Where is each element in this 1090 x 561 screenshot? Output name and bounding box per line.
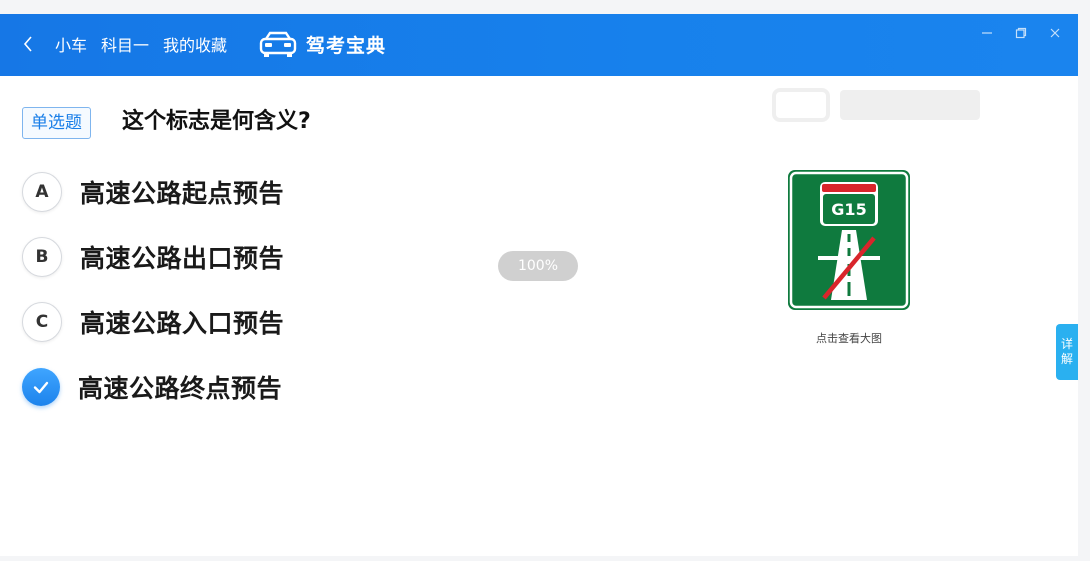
close-icon bbox=[1050, 28, 1060, 38]
option-letter-a: A bbox=[22, 172, 62, 212]
explanation-tab-label-1: 详 bbox=[1060, 337, 1073, 351]
app-window: 小车 科目一 我的收藏 驾考宝典 单选题 这个标志是何含义? A 高速公路起点预… bbox=[0, 0, 1078, 556]
minimize-button[interactable] bbox=[978, 24, 996, 42]
question-text: 这个标志是何含义? bbox=[122, 109, 311, 134]
brand-name: 驾考宝典 bbox=[306, 34, 387, 57]
checkmark-icon bbox=[33, 381, 49, 394]
app-header: 小车 科目一 我的收藏 驾考宝典 bbox=[0, 14, 1078, 76]
breadcrumb-subject[interactable]: 科目一 bbox=[101, 34, 149, 58]
explanation-tab-label-2: 解 bbox=[1060, 352, 1073, 366]
option-c[interactable]: C 高速公路入口预告 bbox=[22, 301, 284, 343]
option-letter-b: B bbox=[22, 237, 62, 277]
chevron-left-icon bbox=[23, 36, 32, 52]
traffic-sign-image[interactable]: G15 bbox=[788, 170, 910, 310]
explanation-tab[interactable]: 详 解 bbox=[1056, 324, 1078, 380]
window-controls bbox=[978, 24, 1064, 42]
car-logo-icon bbox=[259, 31, 297, 57]
question-type-badge: 单选题 bbox=[22, 107, 91, 139]
breadcrumb-favorites[interactable]: 我的收藏 bbox=[163, 34, 227, 58]
option-letter-c: C bbox=[22, 302, 62, 342]
breadcrumb-vehicle[interactable]: 小车 bbox=[55, 34, 87, 58]
zoom-indicator: 100% bbox=[498, 251, 578, 281]
option-text-b: 高速公路出口预告 bbox=[80, 244, 285, 273]
minimize-icon bbox=[982, 32, 992, 34]
close-button[interactable] bbox=[1046, 24, 1064, 42]
top-strip bbox=[0, 0, 1090, 14]
option-b[interactable]: B 高速公路出口预告 bbox=[22, 236, 284, 278]
back-button[interactable] bbox=[18, 32, 38, 56]
option-text-d: 高速公路终点预告 bbox=[78, 374, 283, 403]
breadcrumb: 小车 科目一 我的收藏 bbox=[55, 34, 227, 58]
option-a[interactable]: A 高速公路起点预告 bbox=[22, 171, 284, 213]
restore-icon bbox=[1015, 27, 1027, 39]
restore-button[interactable] bbox=[1012, 24, 1030, 42]
option-text-c: 高速公路入口预告 bbox=[80, 309, 285, 338]
watermark-logo-icon bbox=[772, 88, 980, 122]
view-large-image-link[interactable]: 点击查看大图 bbox=[790, 330, 908, 346]
option-selected-indicator bbox=[22, 368, 60, 406]
route-code-label: G15 bbox=[831, 200, 866, 219]
expressway-end-sign-icon: G15 bbox=[788, 170, 910, 310]
option-text-a: 高速公路起点预告 bbox=[80, 179, 285, 208]
brand-logo: 驾考宝典 bbox=[258, 29, 386, 59]
option-d[interactable]: 高速公路终点预告 bbox=[22, 366, 282, 408]
